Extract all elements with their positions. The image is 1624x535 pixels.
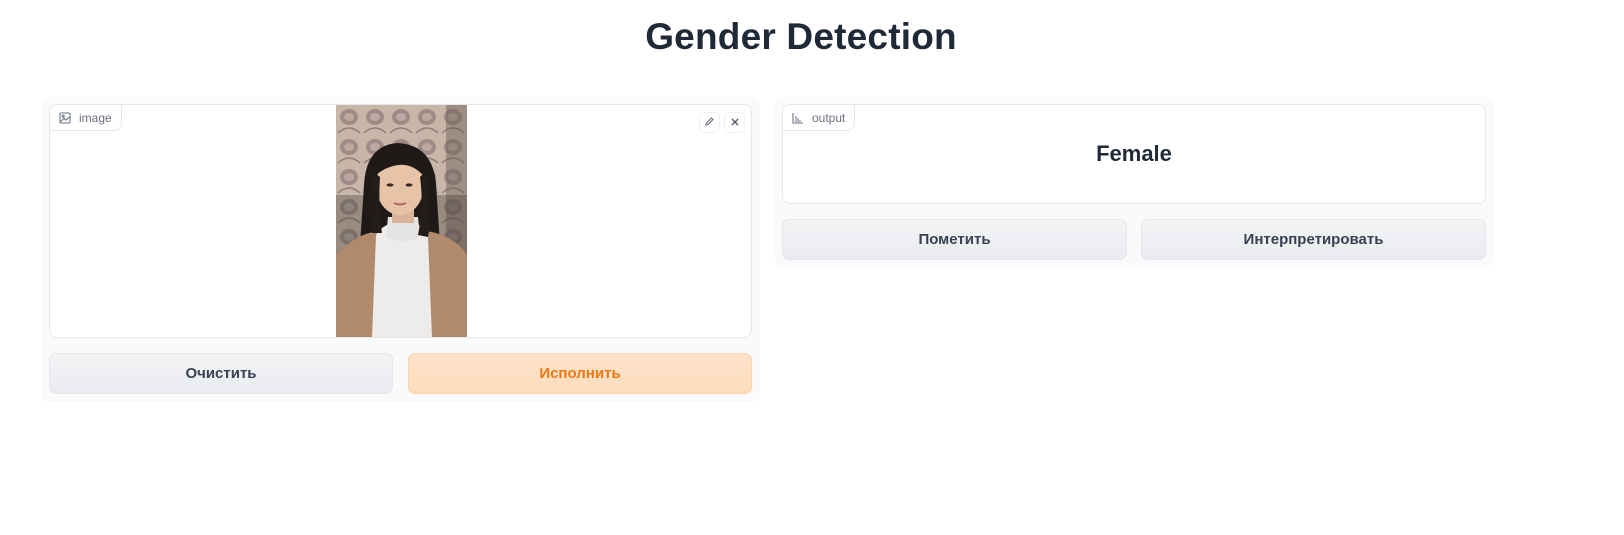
output-panel: output Female Пометить Интерпретировать xyxy=(775,97,1493,268)
clear-image-button[interactable] xyxy=(724,112,745,133)
edit-image-button[interactable] xyxy=(699,112,720,133)
bar-chart-icon xyxy=(792,112,804,124)
image-label-tag: image xyxy=(50,105,122,131)
image-label: image xyxy=(79,110,112,125)
input-panel: image Очистить Исполнить xyxy=(42,97,760,402)
output-value: Female xyxy=(1096,141,1172,166)
image-icon xyxy=(59,111,71,124)
image-tools xyxy=(699,112,745,133)
interpret-button[interactable]: Интерпретировать xyxy=(1141,219,1486,260)
image-input-box[interactable]: image xyxy=(49,104,752,338)
output-label: output xyxy=(812,110,846,125)
flag-button[interactable]: Пометить xyxy=(782,219,1127,260)
uploaded-photo xyxy=(336,105,467,337)
output-box: output Female xyxy=(782,104,1486,204)
pencil-icon xyxy=(704,114,715,132)
close-icon xyxy=(730,114,740,132)
submit-button[interactable]: Исполнить xyxy=(408,353,752,394)
output-label-tag: output xyxy=(783,105,856,131)
page-title: Gender Detection xyxy=(645,16,957,57)
clear-button[interactable]: Очистить xyxy=(49,353,393,394)
